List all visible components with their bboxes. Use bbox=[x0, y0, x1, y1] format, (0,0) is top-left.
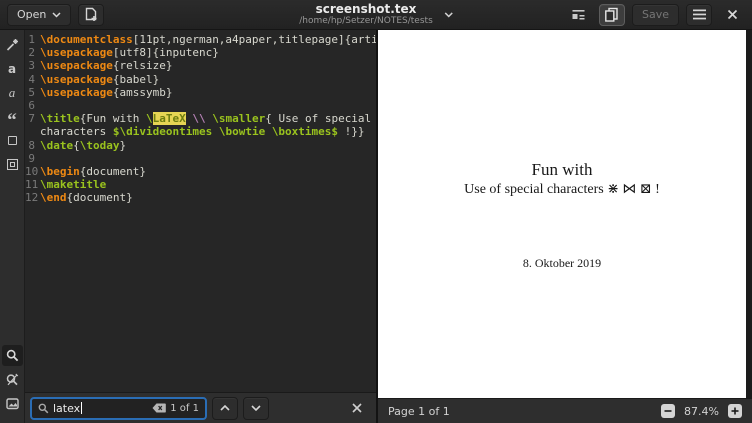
square-symbol-icon[interactable] bbox=[2, 130, 23, 151]
preview-toggle-button[interactable] bbox=[599, 4, 625, 26]
editor-column: 1\documentclass[11pt,ngerman,a4paper,tit… bbox=[25, 30, 376, 423]
code-text: \usepackage{relsize} bbox=[40, 59, 172, 72]
open-button-label: Open bbox=[17, 8, 46, 21]
code-line: 8\date{\today} bbox=[25, 139, 376, 152]
code-text: \usepackage[utf8]{inputenc} bbox=[40, 46, 219, 59]
main-body: a a “ bbox=[0, 30, 752, 423]
code-line: 12\end{document} bbox=[25, 191, 376, 204]
preview-pages-icon bbox=[604, 7, 619, 22]
document-path: /home/hp/Setzer/NOTES/tests bbox=[299, 16, 433, 26]
document-title: screenshot.tex bbox=[316, 2, 417, 16]
code-line: 1\documentclass[11pt,ngerman,a4paper,tit… bbox=[25, 33, 376, 46]
pdf-subtitle-text: Use of special characters ⋇ ⋈ ⊠ ! bbox=[378, 181, 746, 198]
chevron-down-icon bbox=[52, 12, 61, 18]
search-icon bbox=[6, 349, 19, 362]
code-editor[interactable]: 1\documentclass[11pt,ngerman,a4paper,tit… bbox=[25, 30, 376, 392]
pdf-date-text: 8. Oktober 2019 bbox=[378, 256, 746, 271]
image-icon bbox=[6, 398, 19, 410]
find-replace-icon bbox=[6, 373, 19, 386]
line-number: 10 bbox=[25, 165, 40, 178]
code-line: 9 bbox=[25, 152, 376, 165]
code-text: \begin{document} bbox=[40, 165, 146, 178]
code-line: 4\usepackage{babel} bbox=[25, 73, 376, 86]
code-line: 11\maketitle bbox=[25, 178, 376, 191]
save-button-label: Save bbox=[642, 8, 669, 21]
zoom-level: 87.4% bbox=[684, 405, 719, 418]
line-number: 6 bbox=[25, 99, 40, 112]
search-input[interactable]: latex 1 of 1 bbox=[30, 397, 207, 420]
match-count: 1 of 1 bbox=[170, 403, 199, 414]
code-lines: 1\documentclass[11pt,ngerman,a4paper,tit… bbox=[25, 33, 376, 205]
line-number bbox=[25, 125, 40, 138]
find-replace-button[interactable] bbox=[2, 369, 23, 390]
code-line: 7\title{Fun with \LaTeX \\ \smaller{ Use… bbox=[25, 112, 376, 125]
window-close-button[interactable] bbox=[719, 4, 745, 26]
text-bold-a-icon[interactable]: a bbox=[2, 58, 23, 79]
code-text: \documentclass[11pt,ngerman,a4paper,titl… bbox=[40, 33, 376, 46]
new-document-button[interactable] bbox=[78, 4, 104, 26]
line-number: 12 bbox=[25, 191, 40, 204]
wizard-icon[interactable] bbox=[2, 34, 23, 55]
code-line: 5\usepackage{amssymb} bbox=[25, 86, 376, 99]
open-button[interactable]: Open bbox=[7, 4, 71, 26]
zoom-out-button[interactable] bbox=[661, 404, 675, 418]
code-text: characters $\divideontimes \bowtie \boxt… bbox=[40, 125, 365, 138]
line-number: 5 bbox=[25, 86, 40, 99]
pdf-title-text: Fun with bbox=[378, 160, 746, 180]
line-number: 4 bbox=[25, 73, 40, 86]
text-caret bbox=[81, 402, 82, 414]
code-text: \usepackage{amssymb} bbox=[40, 86, 172, 99]
setzer-window: Open screenshot.tex /home/hp/Setzer/NOTE… bbox=[0, 0, 752, 423]
image-panel-button[interactable] bbox=[2, 393, 23, 414]
hamburger-menu-icon bbox=[693, 9, 706, 20]
search-query-text: latex bbox=[53, 402, 80, 415]
new-document-icon bbox=[84, 7, 98, 22]
header-right-group: Save bbox=[566, 4, 745, 26]
find-previous-button[interactable] bbox=[212, 397, 238, 420]
line-number: 3 bbox=[25, 59, 40, 72]
line-number: 11 bbox=[25, 178, 40, 191]
symbols-sidebar: a a “ bbox=[0, 30, 25, 423]
window-title-area[interactable]: screenshot.tex /home/hp/Setzer/NOTES/tes… bbox=[299, 2, 453, 26]
line-number: 7 bbox=[25, 112, 40, 125]
menu-button[interactable] bbox=[686, 4, 712, 26]
close-icon bbox=[727, 9, 738, 20]
code-text: \maketitle bbox=[40, 178, 106, 191]
clear-search-icon[interactable] bbox=[152, 403, 166, 413]
code-text: \date{\today} bbox=[40, 139, 126, 152]
entry-search-icon bbox=[38, 403, 49, 414]
zoom-in-button[interactable] bbox=[728, 404, 742, 418]
line-number: 2 bbox=[25, 46, 40, 59]
page-status: Page 1 of 1 bbox=[388, 405, 450, 418]
find-next-button[interactable] bbox=[243, 397, 269, 420]
code-line: characters $\divideontimes \bowtie \boxt… bbox=[25, 125, 376, 138]
code-line: 6 bbox=[25, 99, 376, 112]
find-bar: latex 1 of 1 bbox=[25, 392, 376, 423]
zoom-controls: 87.4% bbox=[661, 404, 742, 418]
code-text: \usepackage{babel} bbox=[40, 73, 159, 86]
line-number: 9 bbox=[25, 152, 40, 165]
document-structure-toggle-button[interactable] bbox=[566, 4, 592, 26]
structure-icon bbox=[571, 7, 586, 22]
title-chevron-down-icon bbox=[444, 11, 453, 17]
code-line: 2\usepackage[utf8]{inputenc} bbox=[25, 46, 376, 59]
line-number: 8 bbox=[25, 139, 40, 152]
text-italic-a-icon[interactable]: a bbox=[2, 82, 23, 103]
preview-status-bar: Page 1 of 1 87.4% bbox=[378, 398, 752, 423]
code-line: 10\begin{document} bbox=[25, 165, 376, 178]
header-bar: Open screenshot.tex /home/hp/Setzer/NOTE… bbox=[0, 0, 752, 30]
quotes-icon[interactable]: “ bbox=[2, 106, 23, 127]
pdf-page-area[interactable]: Fun with Use of special characters ⋇ ⋈ ⊠… bbox=[378, 30, 752, 398]
search-toggle-button[interactable] bbox=[2, 345, 23, 366]
code-text: \title{Fun with \LaTeX \\ \smaller{ Use … bbox=[40, 112, 371, 125]
save-button[interactable]: Save bbox=[632, 4, 679, 26]
line-number: 1 bbox=[25, 33, 40, 46]
code-text: \end{document} bbox=[40, 191, 133, 204]
close-find-bar-button[interactable] bbox=[347, 398, 367, 418]
pdf-preview-column: Fun with Use of special characters ⋇ ⋈ ⊠… bbox=[378, 30, 752, 423]
code-line: 3\usepackage{relsize} bbox=[25, 59, 376, 72]
frame-symbol-icon[interactable] bbox=[2, 154, 23, 175]
pdf-page: Fun with Use of special characters ⋇ ⋈ ⊠… bbox=[378, 30, 746, 398]
